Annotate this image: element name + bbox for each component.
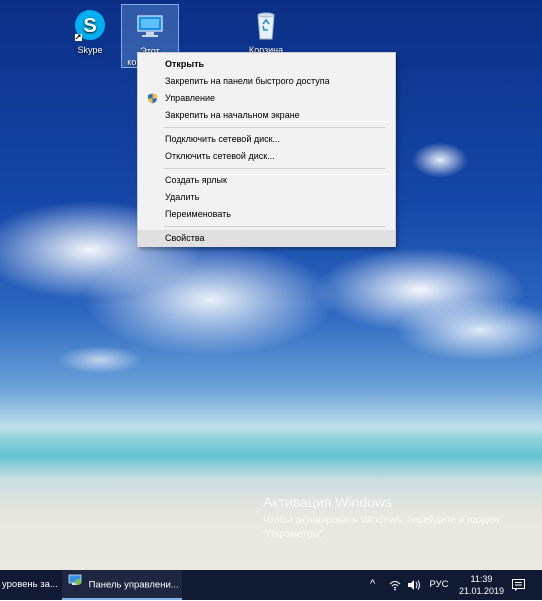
activation-watermark: Активация Windows Чтобы активировать Win…	[263, 494, 523, 542]
menu-separator	[164, 226, 385, 227]
watermark-subtitle: Чтобы активировать Windows, перейдите в …	[263, 515, 500, 540]
clock-time: 11:39	[470, 574, 493, 584]
menu-item-open[interactable]: Открыть	[138, 56, 395, 73]
desktop-icon-skype[interactable]: S Skype	[62, 8, 118, 56]
taskbar: уровень за... Панель управлени... ^ РУС …	[0, 570, 542, 600]
desktop-icon-recycle-bin[interactable]: Корзина	[238, 8, 294, 58]
language-label: РУС	[429, 579, 449, 590]
menu-item-label: Свойства	[165, 233, 205, 243]
menu-item-disconnect-network-drive[interactable]: Отключить сетевой диск...	[138, 148, 395, 165]
volume-icon[interactable]	[407, 579, 421, 594]
clock[interactable]: 11:39 21.01.2019	[459, 573, 504, 597]
svg-text:S: S	[83, 15, 96, 37]
menu-item-delete[interactable]: Удалить	[138, 189, 395, 206]
menu-item-rename[interactable]: Переименовать	[138, 206, 395, 223]
taskbar-item-control-panel[interactable]: Панель управлени...	[62, 570, 182, 600]
taskbar-item-label: Панель управлени...	[88, 579, 179, 591]
notifications-icon[interactable]	[512, 579, 525, 594]
language-indicator[interactable]: РУС	[428, 570, 450, 600]
menu-item-properties[interactable]: Свойства	[138, 230, 395, 247]
menu-item-label: Закрепить на начальном экране	[165, 110, 300, 120]
context-menu: Открыть Закрепить на панели быстрого дос…	[137, 52, 396, 247]
menu-item-pin-quick-access[interactable]: Закрепить на панели быстрого доступа	[138, 73, 395, 90]
taskbar-item-label: уровень за...	[2, 579, 58, 590]
menu-item-label: Закрепить на панели быстрого доступа	[165, 76, 330, 86]
recycle-bin-icon	[249, 8, 283, 42]
menu-separator	[164, 168, 385, 169]
wifi-icon[interactable]	[389, 579, 401, 594]
menu-item-pin-start[interactable]: Закрепить на начальном экране	[138, 107, 395, 124]
taskbar-item-app[interactable]: уровень за...	[0, 570, 60, 600]
clock-date: 21.01.2019	[458, 586, 504, 596]
menu-item-label: Создать ярлык	[165, 175, 227, 185]
menu-item-create-shortcut[interactable]: Создать ярлык	[138, 172, 395, 189]
desktop-icon-label: Skype	[77, 45, 103, 55]
menu-item-label: Подключить сетевой диск...	[165, 134, 281, 144]
menu-item-map-network-drive[interactable]: Подключить сетевой диск...	[138, 131, 395, 148]
menu-item-label: Переименовать	[165, 209, 231, 219]
watermark-title: Активация Windows	[263, 494, 393, 510]
uac-shield-icon	[147, 93, 158, 104]
menu-item-manage[interactable]: Управление	[138, 90, 395, 107]
control-panel-icon	[68, 570, 82, 600]
menu-item-label: Управление	[165, 93, 216, 103]
menu-item-label: Отключить сетевой диск...	[165, 151, 275, 161]
menu-separator	[164, 127, 385, 128]
menu-item-label: Удалить	[165, 192, 200, 202]
chevron-up-icon[interactable]: ^	[370, 578, 375, 590]
menu-item-label: Открыть	[165, 59, 205, 69]
computer-icon	[133, 9, 167, 43]
skype-icon: S	[73, 8, 107, 42]
